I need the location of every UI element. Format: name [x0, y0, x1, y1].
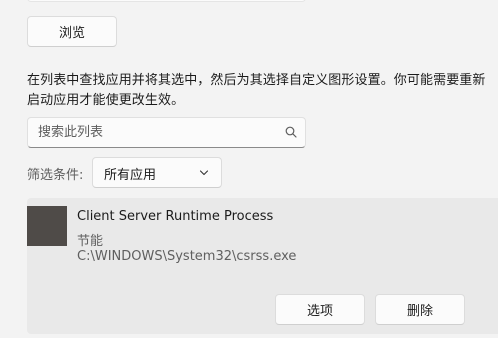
filter-label: 筛选条件:	[27, 168, 84, 183]
remove-button[interactable]: 删除	[375, 294, 465, 325]
browse-button[interactable]: 浏览	[27, 16, 117, 47]
app-graphics-preference: 节能	[77, 234, 104, 249]
instructions-text: 在列表中查找应用并将其选中，然后为其选择自定义图形设置。你可能需要重新启动应用才…	[27, 73, 486, 108]
options-button[interactable]: 选项	[275, 294, 365, 325]
app-name: Client Server Runtime Process	[77, 209, 274, 224]
app-icon	[27, 206, 67, 246]
search-icon[interactable]	[285, 126, 297, 138]
chevron-down-icon	[199, 170, 209, 176]
filter-selected-value: 所有应用	[104, 168, 157, 183]
search-input[interactable]	[28, 118, 278, 147]
previous-card-edge	[27, 0, 306, 2]
search-box[interactable]	[27, 117, 306, 148]
app-path: C:\WINDOWS\System32\csrss.exe	[77, 249, 297, 264]
app-list-item[interactable]: Client Server Runtime Process 节能 C:\WIND…	[27, 198, 498, 334]
filter-dropdown[interactable]: 所有应用	[92, 157, 222, 188]
